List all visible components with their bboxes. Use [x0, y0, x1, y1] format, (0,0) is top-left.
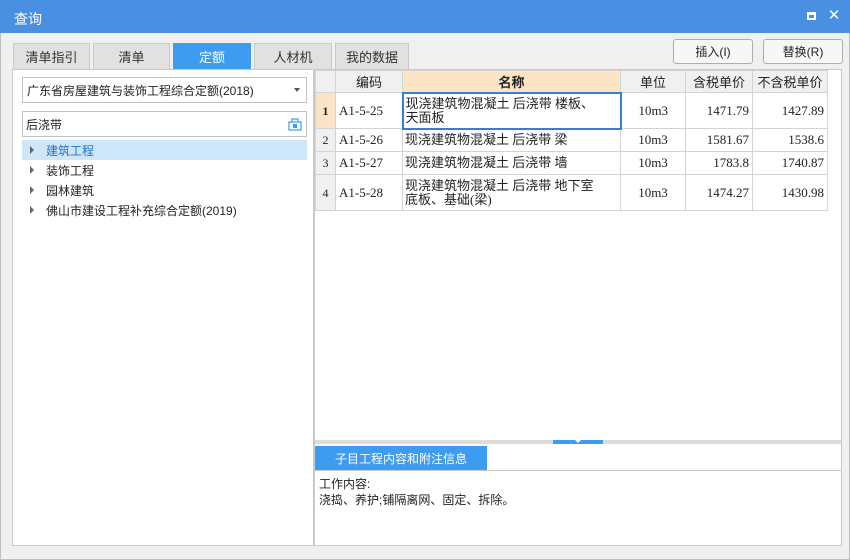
- tree-item-construction[interactable]: 建筑工程: [22, 140, 307, 160]
- name-line: 现浇建筑物混凝土 后浇带 楼板、: [405, 95, 595, 111]
- name-cell[interactable]: 现浇建筑物混凝土 后浇带 墙: [402, 151, 621, 175]
- tab-my-data[interactable]: 我的数据: [335, 43, 409, 69]
- tab-labor-material-machine[interactable]: 人材机: [254, 43, 332, 69]
- unit-cell[interactable]: 10m3: [620, 92, 686, 129]
- table-row[interactable]: 1 A1-5-25 现浇建筑物混凝土 后浇带 楼板、 天面板 10m3 1471…: [315, 91, 828, 130]
- dropdown-arrow-icon: [294, 88, 300, 92]
- notax-price-cell[interactable]: 1740.87: [752, 151, 828, 175]
- insert-button[interactable]: 插入(I): [673, 39, 753, 64]
- tree-item-label: 园林建筑: [46, 183, 95, 198]
- quota-table: 编码 名称 单位 含税单价 不含税单价 1 A1-5-25 现浇建筑物混凝土 后…: [315, 70, 828, 211]
- name-cell[interactable]: 现浇建筑物混凝土 后浇带 楼板、 天面板: [401, 91, 622, 130]
- code-cell[interactable]: A1-5-26: [335, 128, 403, 152]
- tree-item-foshan-supplement[interactable]: 佛山市建设工程补充综合定额(2019): [22, 200, 307, 220]
- table-row[interactable]: 2 A1-5-26 现浇建筑物混凝土 后浇带 梁 10m3 1581.67 15…: [315, 128, 828, 152]
- panel-splitter[interactable]: [315, 440, 841, 444]
- tab-item-content-notes[interactable]: 子目工程内容和附注信息: [315, 446, 487, 470]
- left-panel: 广东省房屋建筑与装饰工程综合定额(2018) 建筑工程 装饰工程 园林建筑: [12, 69, 314, 546]
- unit-cell[interactable]: 10m3: [620, 128, 686, 152]
- tab-quota[interactable]: 定额: [173, 43, 251, 69]
- column-header-notax-price[interactable]: 不含税单价: [752, 70, 828, 93]
- name-cell[interactable]: 现浇建筑物混凝土 后浇带 梁: [402, 128, 621, 152]
- notax-price-cell[interactable]: 1430.98: [752, 174, 828, 211]
- name-cell[interactable]: 现浇建筑物混凝土 后浇带 地下室 底板、基础(梁): [402, 174, 621, 211]
- name-line: 现浇建筑物混凝土 后浇带 地下室: [405, 177, 594, 193]
- content-title: 工作内容:: [319, 477, 371, 491]
- name-line: 天面板: [405, 109, 445, 125]
- name-line: 现浇建筑物混凝土 后浇带 墙: [405, 155, 568, 170]
- close-button[interactable]: ✕: [827, 7, 841, 24]
- tree-item-label: 佛山市建设工程补充综合定额(2019): [46, 203, 237, 218]
- tab-list-guide[interactable]: 清单指引: [13, 43, 90, 69]
- quota-library-value: 广东省房屋建筑与装饰工程综合定额(2018): [27, 83, 254, 98]
- tree-item-garden[interactable]: 园林建筑: [22, 180, 307, 200]
- item-content-panel: 工作内容: 浇捣、养护;铺隔离网、固定、拆除。: [315, 470, 841, 545]
- window-title: 查询: [14, 11, 42, 27]
- search-icon[interactable]: [288, 117, 302, 131]
- tax-price-cell[interactable]: 1474.27: [685, 174, 753, 211]
- maximize-icon: [806, 12, 816, 20]
- column-header-name[interactable]: 名称: [402, 70, 621, 93]
- collapse-handle[interactable]: [553, 440, 603, 444]
- dialog-body: 清单指引 清单 定额 人材机 我的数据 插入(I) 替换(R) 广东省房屋建筑与…: [0, 33, 850, 560]
- tab-list[interactable]: 清单: [93, 43, 170, 69]
- code-cell[interactable]: A1-5-25: [335, 92, 403, 129]
- tax-price-cell[interactable]: 1783.8: [685, 151, 753, 175]
- title-bar: 查询 ✕: [0, 0, 850, 33]
- tree-item-label: 建筑工程: [46, 143, 95, 158]
- unit-cell[interactable]: 10m3: [620, 174, 686, 211]
- replace-button[interactable]: 替换(R): [763, 39, 843, 64]
- content-text: 浇捣、养护;铺隔离网、固定、拆除。: [319, 493, 515, 507]
- results-panel: 编码 名称 单位 含税单价 不含税单价 1 A1-5-25 现浇建筑物混凝土 后…: [314, 69, 842, 546]
- code-cell[interactable]: A1-5-27: [335, 151, 403, 175]
- unit-cell[interactable]: 10m3: [620, 151, 686, 175]
- quota-library-select[interactable]: 广东省房屋建筑与装饰工程综合定额(2018): [22, 77, 307, 103]
- category-tree: 建筑工程 装饰工程 园林建筑 佛山市建设工程补充综合定额(2019): [22, 140, 307, 220]
- tree-item-decoration[interactable]: 装饰工程: [22, 160, 307, 180]
- name-line: 现浇建筑物混凝土 后浇带 梁: [405, 132, 568, 148]
- table-row[interactable]: 3 A1-5-27 现浇建筑物混凝土 后浇带 墙 10m3 1783.8 174…: [315, 151, 828, 175]
- search-input[interactable]: [23, 112, 283, 136]
- row-number[interactable]: 3: [315, 151, 336, 175]
- table-row[interactable]: 4 A1-5-28 现浇建筑物混凝土 后浇带 地下室 底板、基础(梁) 10m3…: [315, 174, 828, 211]
- expand-arrow-icon[interactable]: [30, 166, 34, 174]
- expand-arrow-icon[interactable]: [30, 146, 34, 154]
- column-header-tax-price[interactable]: 含税单价: [685, 70, 753, 93]
- row-number-header: [315, 70, 336, 93]
- tax-price-cell[interactable]: 1581.67: [685, 128, 753, 152]
- row-number[interactable]: 2: [315, 128, 336, 152]
- table-header-row: 编码 名称 单位 含税单价 不含税单价: [315, 70, 828, 93]
- code-cell[interactable]: A1-5-28: [335, 174, 403, 211]
- row-number[interactable]: 4: [315, 174, 336, 211]
- row-number[interactable]: 1: [315, 92, 336, 129]
- notax-price-cell[interactable]: 1427.89: [752, 92, 828, 129]
- tax-price-cell[interactable]: 1471.79: [685, 92, 753, 129]
- close-icon: ✕: [827, 7, 841, 24]
- column-header-unit[interactable]: 单位: [620, 70, 686, 93]
- notax-price-cell[interactable]: 1538.6: [752, 128, 828, 152]
- tree-item-label: 装饰工程: [46, 163, 95, 178]
- expand-arrow-icon[interactable]: [30, 186, 34, 194]
- name-line: 底板、基础(梁): [405, 191, 492, 207]
- chevron-down-icon: [575, 440, 581, 443]
- column-header-code[interactable]: 编码: [335, 70, 403, 93]
- expand-arrow-icon[interactable]: [30, 206, 34, 214]
- search-field[interactable]: [22, 111, 307, 137]
- maximize-button[interactable]: [804, 9, 818, 23]
